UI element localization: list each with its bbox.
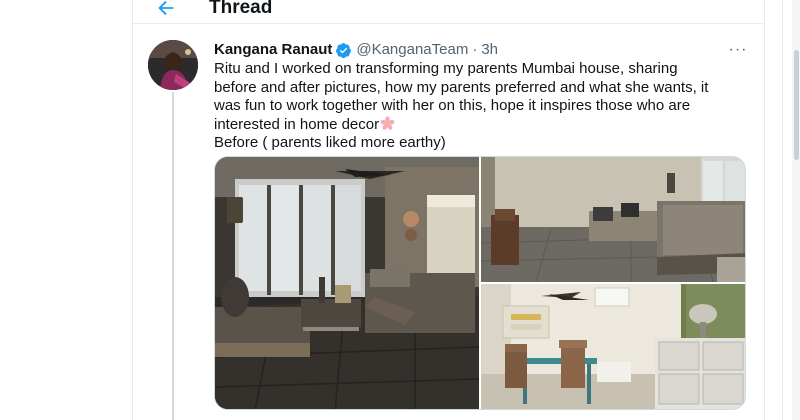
author-name[interactable]: Kangana Ranaut (214, 40, 332, 60)
tweet-timestamp[interactable]: 3h (481, 40, 498, 60)
photo-dining[interactable] (481, 284, 745, 409)
author-handle[interactable]: @KanganaTeam (356, 40, 468, 60)
photo-living-room-icon (215, 157, 479, 409)
scrollbar-thumb[interactable] (794, 50, 799, 160)
more-horizontal-icon: ··· (728, 41, 748, 58)
tweet-text: Ritu and I worked on transforming my par… (214, 60, 754, 153)
avatar[interactable] (148, 40, 198, 90)
left-gutter (0, 0, 132, 420)
photo-living-room[interactable] (215, 157, 479, 409)
media-grid (214, 156, 746, 410)
tweet-text-line-3: was fun to work together with her on thi… (214, 97, 691, 114)
thread-connector-line (172, 92, 174, 420)
more-options-button[interactable]: ··· (726, 40, 750, 60)
column-border-left (132, 0, 133, 420)
blossom-emoji-icon (380, 115, 395, 130)
separator-dot: · (472, 41, 478, 58)
tweet-text-line-2: before and after pictures, how my parent… (214, 78, 709, 96)
back-button[interactable] (152, 0, 180, 22)
photo-lounge[interactable] (481, 157, 745, 282)
tweet-text-line-5: Before ( parents liked more earthy) (214, 134, 446, 151)
tweet-text-line-1: Ritu and I worked on transforming my par… (214, 60, 678, 77)
page-title: Thread (209, 0, 273, 18)
tweet-text-line-4: interested in home decor (214, 116, 754, 135)
photo-lounge-icon (481, 157, 745, 282)
tweet-header: Kangana Ranaut @KanganaTeam · 3h (214, 40, 498, 60)
arrow-left-icon (158, 0, 174, 16)
avatar-photo-icon (148, 40, 198, 90)
tweet-text-line-4-text: interested in home decor (214, 115, 380, 133)
photo-dining-icon (481, 284, 745, 409)
verified-badge-icon (336, 42, 352, 58)
